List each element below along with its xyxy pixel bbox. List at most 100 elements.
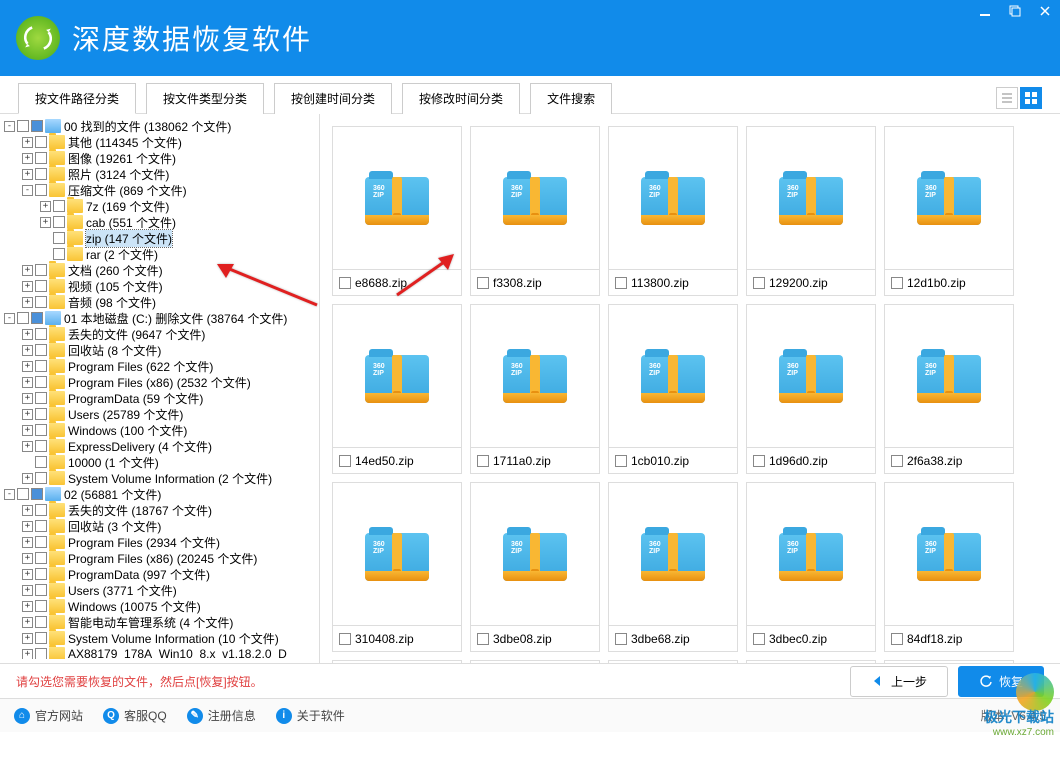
file-checkbox[interactable] [753,277,765,289]
file-checkbox[interactable] [615,633,627,645]
tree-node[interactable]: 10000 (1 个文件) [0,454,319,470]
tree-checkbox[interactable] [35,168,47,180]
tree-node[interactable]: +cab (551 个文件) [0,214,319,230]
expander-icon[interactable]: + [22,361,33,372]
expander-icon[interactable]: - [4,121,15,132]
file-checkbox[interactable] [891,633,903,645]
view-grid-button[interactable] [1020,87,1042,109]
tree-node[interactable]: +回收站 (8 个文件) [0,342,319,358]
tree-node[interactable]: +视频 (105 个文件) [0,278,319,294]
tree-node[interactable]: +Windows (10075 个文件) [0,598,319,614]
tree-node[interactable]: +Windows (100 个文件) [0,422,319,438]
tree-node[interactable]: +ProgramData (997 个文件) [0,566,319,582]
tree-checkbox[interactable] [35,552,47,564]
tree-checkbox[interactable] [35,280,47,292]
file-item[interactable]: 360ZIP [746,660,876,663]
expander-icon[interactable]: + [22,649,33,660]
expander-icon[interactable]: + [22,281,33,292]
expander-icon[interactable]: + [40,201,51,212]
file-item[interactable]: 360ZIP3dbe08.zip [470,482,600,652]
tree-node[interactable]: +Program Files (2934 个文件) [0,534,319,550]
tree-node[interactable]: +7z (169 个文件) [0,198,319,214]
tree-checkbox[interactable] [35,568,47,580]
file-checkbox[interactable] [615,455,627,467]
tree-checkbox[interactable] [35,408,47,420]
file-checkbox[interactable] [477,455,489,467]
tree-checkbox[interactable] [35,264,47,276]
file-item[interactable]: 360ZIPe8688.zip [332,126,462,296]
tree-checkbox[interactable] [35,344,47,356]
prev-button[interactable]: 上一步 [850,666,948,697]
tree-checkbox[interactable] [35,648,47,659]
file-item[interactable]: 360ZIP310408.zip [332,482,462,652]
file-checkbox[interactable] [339,633,351,645]
tree-checkbox[interactable] [35,536,47,548]
tree-checkbox[interactable] [17,312,29,324]
file-item[interactable]: 360ZIP129200.zip [746,126,876,296]
expander-icon[interactable]: + [22,553,33,564]
file-item[interactable]: 360ZIP1cb010.zip [608,304,738,474]
tree-checkbox[interactable] [35,376,47,388]
tree-node[interactable]: +Users (3771 个文件) [0,582,319,598]
file-item[interactable]: 360ZIP1711a0.zip [470,304,600,474]
tree-checkbox[interactable] [35,136,47,148]
view-list-button[interactable] [996,87,1018,109]
tree-checkbox[interactable] [35,632,47,644]
tree-scroll[interactable]: -00 找到的文件 (138062 个文件)+其他 (114345 个文件)+图… [0,118,319,659]
file-item[interactable]: 360ZIP [332,660,462,663]
expander-icon[interactable]: + [22,617,33,628]
tree-node[interactable]: +照片 (3124 个文件) [0,166,319,182]
tree-node[interactable]: -01 本地磁盘 (C:) 删除文件 (38764 个文件) [0,310,319,326]
expander-icon[interactable]: + [22,329,33,340]
file-checkbox[interactable] [753,633,765,645]
tree-checkbox[interactable] [35,456,47,468]
tree-node[interactable]: +其他 (114345 个文件) [0,134,319,150]
tree-node[interactable]: +AX88179_178A_Win10_8.x_v1.18.2.0_D [0,646,319,659]
expander-icon[interactable] [40,233,51,244]
maximize-button[interactable] [1000,0,1030,22]
tree-checkbox[interactable] [31,312,43,324]
tree-node[interactable]: rar (2 个文件) [0,246,319,262]
tree-checkbox[interactable] [31,120,43,132]
expander-icon[interactable]: + [22,441,33,452]
expander-icon[interactable]: + [22,585,33,596]
file-item[interactable]: 360ZIP84df18.zip [884,482,1014,652]
tree-node[interactable]: +ProgramData (59 个文件) [0,390,319,406]
file-checkbox[interactable] [891,277,903,289]
expander-icon[interactable]: + [22,633,33,644]
file-item[interactable]: 360ZIPf3308.zip [470,126,600,296]
file-item[interactable]: 360ZIP3dbe68.zip [608,482,738,652]
expander-icon[interactable]: + [22,393,33,404]
tree-checkbox[interactable] [35,472,47,484]
tree-checkbox[interactable] [35,360,47,372]
file-checkbox[interactable] [339,455,351,467]
tree-node[interactable]: +智能电动车管理系统 (4 个文件) [0,614,319,630]
tree-checkbox[interactable] [53,216,65,228]
tree-checkbox[interactable] [17,488,29,500]
tree-node[interactable]: +ExpressDelivery (4 个文件) [0,438,319,454]
expander-icon[interactable] [22,457,33,468]
tree-checkbox[interactable] [35,152,47,164]
tree-node[interactable]: zip (147 个文件) [0,230,319,246]
file-checkbox[interactable] [891,455,903,467]
tree-checkbox[interactable] [35,520,47,532]
tree-checkbox[interactable] [35,616,47,628]
file-checkbox[interactable] [477,277,489,289]
expander-icon[interactable]: + [22,569,33,580]
tree-node[interactable]: -00 找到的文件 (138062 个文件) [0,118,319,134]
tree-node[interactable]: -压缩文件 (869 个文件) [0,182,319,198]
expander-icon[interactable]: + [22,265,33,276]
tree-checkbox[interactable] [35,424,47,436]
tree-checkbox[interactable] [35,440,47,452]
tree-checkbox[interactable] [35,184,47,196]
tree-checkbox[interactable] [35,600,47,612]
expander-icon[interactable]: + [22,601,33,612]
tree-node[interactable]: +Program Files (622 个文件) [0,358,319,374]
tree-node[interactable]: +Users (25789 个文件) [0,406,319,422]
expander-icon[interactable]: + [22,409,33,420]
file-item[interactable]: 360ZIP1d96d0.zip [746,304,876,474]
tree-checkbox[interactable] [35,392,47,404]
tree-node[interactable]: -02 (56881 个文件) [0,486,319,502]
close-button[interactable] [1030,0,1060,22]
tree-node[interactable]: +System Volume Information (2 个文件) [0,470,319,486]
